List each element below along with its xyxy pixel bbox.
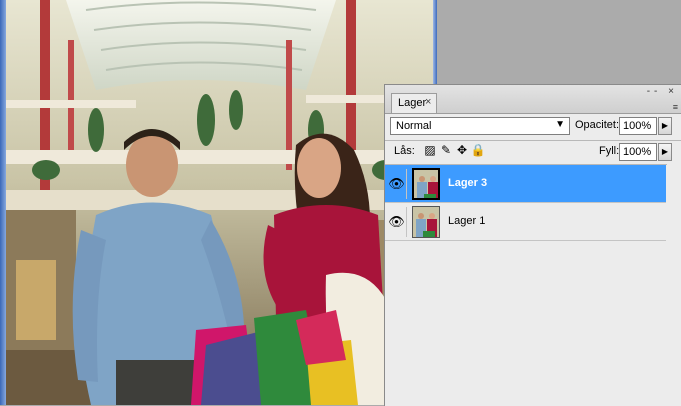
opacity-input[interactable]: 100% bbox=[619, 117, 657, 135]
lock-all-icon[interactable]: 🔒 bbox=[470, 143, 486, 157]
layer-name: Lager 3 bbox=[448, 177, 488, 189]
document-window bbox=[0, 0, 437, 405]
fill-label: Fyll: bbox=[599, 145, 620, 157]
fill-slider-button[interactable]: ▶ bbox=[658, 143, 672, 161]
lock-transparent-pixels-icon[interactable]: ▨ bbox=[422, 143, 438, 157]
panel-header: Lager × -- × ≡ bbox=[385, 85, 681, 114]
fill-input[interactable]: 100% bbox=[619, 143, 657, 161]
panel-menu-icon[interactable]: ≡ bbox=[673, 102, 678, 112]
layers-scrollbar[interactable] bbox=[667, 164, 681, 406]
layer-thumbnail bbox=[412, 206, 440, 238]
layer-name: Lager 1 bbox=[448, 215, 486, 227]
layer-row[interactable]: 👁 Lager 1 bbox=[385, 203, 666, 241]
chevron-right-icon: ▶ bbox=[661, 147, 669, 156]
divider bbox=[385, 140, 681, 141]
lock-label: Lås: bbox=[394, 145, 415, 157]
tab-layers-label: Lager bbox=[398, 97, 427, 109]
opacity-slider-button[interactable]: ▶ bbox=[658, 117, 672, 135]
blend-mode-select[interactable]: Normal ▼ bbox=[390, 117, 570, 135]
layer-thumbnail bbox=[412, 168, 440, 200]
lock-position-icon[interactable]: ✥ bbox=[454, 143, 470, 157]
eye-icon[interactable]: 👁 bbox=[387, 207, 407, 237]
lock-fill-row: Lås: ▨ ✎ ✥ 🔒 Fyll: 100% ▶ bbox=[390, 142, 678, 164]
blend-opacity-row: Normal ▼ Opacitet: 100% ▶ bbox=[390, 116, 678, 138]
shopping-mall-photo bbox=[6, 0, 433, 405]
document-canvas[interactable] bbox=[6, 0, 433, 405]
opacity-label: Opacitet: bbox=[575, 119, 620, 131]
lock-image-pixels-icon[interactable]: ✎ bbox=[438, 143, 454, 157]
layer-row[interactable]: 👁 Lager 3 bbox=[385, 165, 666, 203]
close-icon[interactable]: × bbox=[425, 96, 431, 108]
eye-icon[interactable]: 👁 bbox=[387, 169, 407, 199]
chevron-right-icon: ▶ bbox=[661, 121, 669, 130]
lock-icons: ▨ ✎ ✥ 🔒 bbox=[422, 143, 486, 157]
tab-layers[interactable]: Lager × bbox=[391, 93, 437, 113]
panel-window-buttons[interactable]: -- × bbox=[647, 86, 678, 97]
chevron-down-icon: ▼ bbox=[555, 119, 565, 130]
blend-mode-value: Normal bbox=[396, 120, 432, 132]
layers-panel: Lager × -- × ≡ Normal ▼ Opacitet: 100% ▶… bbox=[384, 84, 681, 406]
